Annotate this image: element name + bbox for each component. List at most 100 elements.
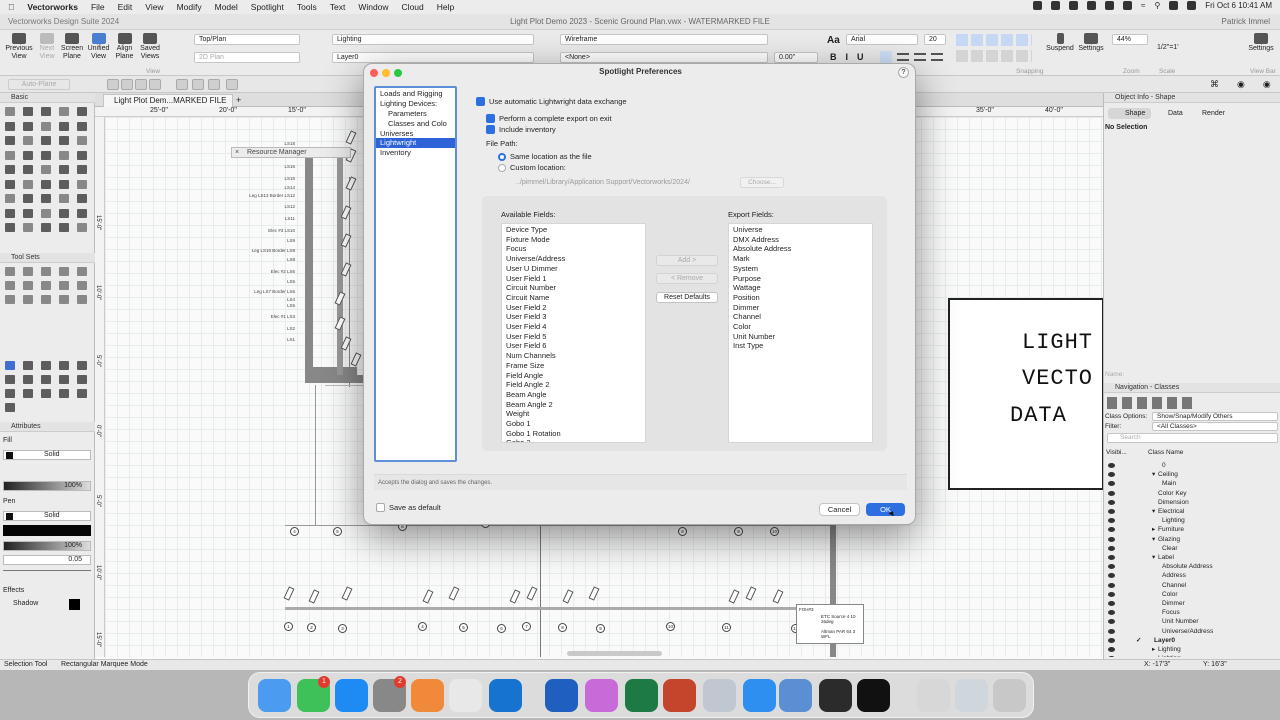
export-field-item[interactable]: Inst Type bbox=[733, 341, 763, 351]
tool-button[interactable] bbox=[41, 107, 51, 116]
tool-button[interactable] bbox=[41, 150, 51, 160]
dock-camera-icon[interactable] bbox=[819, 679, 852, 712]
eye-icon[interactable] bbox=[1108, 499, 1115, 505]
tool-button[interactable] bbox=[5, 375, 15, 384]
available-field-item[interactable]: Field Angle bbox=[506, 371, 543, 381]
tool-button[interactable] bbox=[59, 121, 69, 131]
tool-button[interactable] bbox=[5, 281, 15, 290]
class-row[interactable]: ▸ Furniture bbox=[1104, 525, 1280, 534]
available-field-item[interactable]: Frame Size bbox=[506, 361, 544, 371]
mode-button-5[interactable] bbox=[176, 79, 188, 90]
dropbox-icon[interactable] bbox=[1033, 1, 1043, 10]
fixture[interactable] bbox=[283, 586, 295, 601]
tool-button[interactable] bbox=[41, 375, 51, 384]
search-icon[interactable]: ⚲ bbox=[1154, 1, 1160, 10]
menu-model[interactable]: Model bbox=[215, 2, 238, 12]
tool-button[interactable] bbox=[23, 375, 33, 384]
mode-button-4[interactable] bbox=[149, 79, 161, 90]
tool-button[interactable] bbox=[23, 165, 33, 174]
pen-opacity-slider[interactable]: 100% bbox=[3, 541, 91, 551]
same-location-radio[interactable]: Same location as the file bbox=[498, 152, 592, 161]
menu-window[interactable]: Window bbox=[358, 2, 388, 12]
tool-button[interactable] bbox=[5, 179, 15, 189]
class-row[interactable]: ▸ Lighting bbox=[1104, 645, 1280, 654]
tool-button[interactable] bbox=[77, 107, 87, 116]
resource-manager-panel[interactable]: × Resource Manager bbox=[231, 147, 351, 158]
class-row[interactable]: Channel bbox=[1104, 581, 1280, 590]
dock-launchpad-icon[interactable] bbox=[411, 679, 444, 712]
disclosure-triangle-icon[interactable]: ▾ bbox=[1152, 553, 1155, 562]
tool-button[interactable] bbox=[77, 150, 87, 160]
tool-button[interactable] bbox=[77, 389, 87, 398]
cancel-button[interactable]: Cancel bbox=[819, 503, 860, 516]
export-field-item[interactable]: Universe bbox=[733, 225, 763, 235]
available-field-item[interactable]: Gobo 1 Rotation bbox=[506, 429, 561, 439]
snap-settings-button[interactable]: Settings bbox=[1076, 33, 1106, 53]
help-button[interactable]: ? bbox=[898, 67, 909, 78]
eye-icon[interactable] bbox=[1108, 545, 1115, 551]
available-field-item[interactable]: Universe/Address bbox=[506, 254, 565, 264]
tool-button[interactable] bbox=[5, 223, 15, 232]
tool-button[interactable] bbox=[23, 295, 33, 304]
tool-button[interactable] bbox=[5, 107, 15, 116]
export-field-item[interactable]: Unit Number bbox=[733, 332, 775, 342]
control-center-icon[interactable] bbox=[1169, 1, 1179, 10]
mode-button-1[interactable] bbox=[107, 79, 119, 90]
saved-views-button[interactable]: Saved Views bbox=[138, 33, 162, 61]
class-row[interactable]: ▾ Ceiling bbox=[1104, 470, 1280, 479]
eye-icon[interactable] bbox=[1108, 472, 1115, 478]
class-row[interactable]: Focus bbox=[1104, 608, 1280, 617]
export-field-item[interactable]: Position bbox=[733, 293, 760, 303]
available-field-item[interactable]: Gobo 1 bbox=[506, 419, 531, 429]
fill-color-swatch[interactable] bbox=[6, 452, 13, 459]
eye-icon[interactable] bbox=[1108, 591, 1115, 597]
snap-buttons-row-2[interactable] bbox=[956, 50, 1032, 62]
dock-preview-icon[interactable] bbox=[703, 679, 736, 712]
next-view-button[interactable]: Next View bbox=[36, 33, 58, 61]
tool-button[interactable] bbox=[5, 136, 15, 145]
previous-view-button[interactable]: Previous View bbox=[4, 33, 34, 61]
eye-icon[interactable] bbox=[1108, 601, 1115, 606]
tool-button[interactable] bbox=[59, 179, 69, 189]
scale-field[interactable]: 1/2"=1' bbox=[1157, 44, 1179, 51]
class-row[interactable]: Address bbox=[1104, 571, 1280, 580]
line-style-select[interactable] bbox=[3, 570, 91, 579]
tool-button[interactable] bbox=[77, 136, 87, 145]
available-field-item[interactable]: Beam Angle 2 bbox=[506, 400, 553, 410]
class-row[interactable]: Unit Number bbox=[1104, 617, 1280, 626]
menu-app[interactable]: Vectorworks bbox=[27, 2, 78, 12]
tool-button[interactable] bbox=[41, 194, 51, 203]
export-field-item[interactable]: DMX Address bbox=[733, 235, 779, 245]
pen-color-bar[interactable] bbox=[3, 525, 91, 536]
tool-button[interactable] bbox=[41, 208, 51, 218]
tool-button[interactable] bbox=[59, 194, 69, 203]
tool-button[interactable] bbox=[59, 136, 69, 145]
shadow-color-swatch[interactable] bbox=[69, 599, 80, 610]
tool-button[interactable] bbox=[77, 295, 87, 304]
tool-button[interactable] bbox=[59, 361, 69, 370]
font-size-field[interactable]: 20 bbox=[924, 34, 946, 45]
tool-button[interactable] bbox=[5, 208, 15, 218]
pen-style-select[interactable]: Solid bbox=[3, 511, 91, 521]
eye-icon[interactable] bbox=[1108, 647, 1115, 652]
dock-vectorworks-icon[interactable] bbox=[857, 679, 890, 712]
tool-button[interactable] bbox=[41, 165, 51, 174]
remove-button[interactable]: < Remove bbox=[656, 273, 718, 284]
document-tab[interactable]: Light Plot Dem...MARKED FILE bbox=[103, 94, 233, 107]
menu-clock[interactable]: Fri Oct 6 10:41 AM bbox=[1205, 1, 1272, 10]
tool-button[interactable] bbox=[5, 194, 15, 203]
tool-button[interactable] bbox=[23, 107, 33, 116]
choose-button[interactable]: Choose... bbox=[740, 177, 784, 188]
tab-render[interactable]: Render bbox=[1186, 108, 1231, 119]
disclosure-triangle-icon[interactable]: ▾ bbox=[1152, 507, 1155, 516]
available-field-item[interactable]: Field Angle 2 bbox=[506, 380, 549, 390]
fixture[interactable] bbox=[562, 589, 574, 604]
class-row[interactable]: Color bbox=[1104, 590, 1280, 599]
tool-button[interactable] bbox=[5, 295, 15, 304]
tool-button[interactable] bbox=[23, 150, 33, 160]
mode-button-3[interactable] bbox=[135, 79, 147, 90]
export-field-item[interactable]: System bbox=[733, 264, 758, 274]
eye-icon[interactable] bbox=[1108, 564, 1115, 570]
visibility-column-header[interactable]: Visibi... bbox=[1106, 449, 1127, 456]
user-name[interactable]: Patrick Immel bbox=[1222, 17, 1270, 26]
